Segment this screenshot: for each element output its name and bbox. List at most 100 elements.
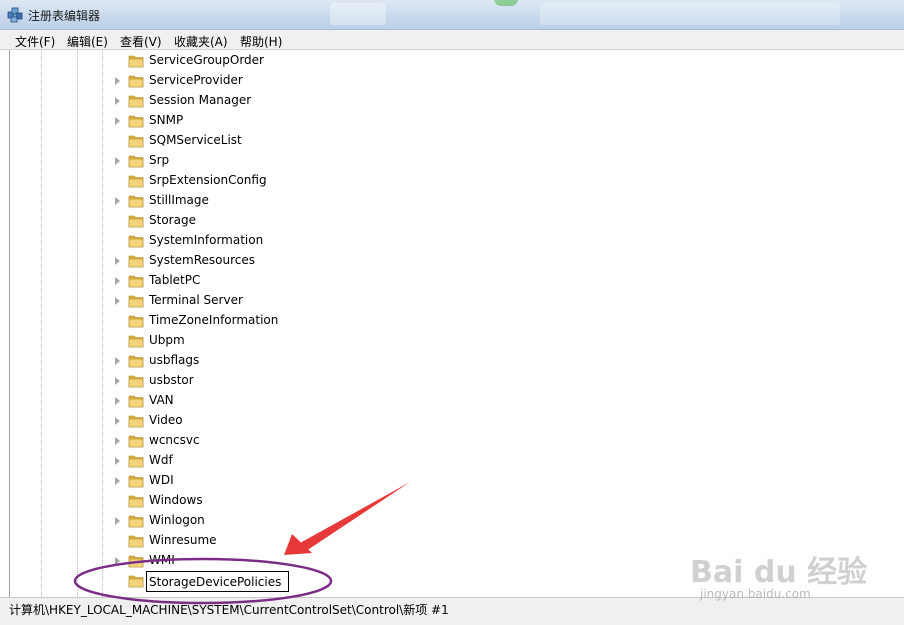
tree-item-label: Video [149,413,183,427]
expand-triangle-icon[interactable] [115,357,120,365]
tree-item-label: Session Manager [149,93,252,107]
tree-item[interactable]: Ubpm [10,331,904,351]
folder-icon [128,215,144,228]
folder-icon [128,495,144,508]
tree-item-label: usbflags [149,353,200,367]
tree-item[interactable]: Session Manager [10,91,904,111]
menu-favorites[interactable]: 收藏夹(A) [174,33,228,50]
tree-item-label: SNMP [149,113,184,127]
tree-item-label: Srp [149,153,170,167]
expand-triangle-icon[interactable] [115,157,120,165]
tree-item-label: TabletPC [149,273,201,287]
folder-icon [128,475,144,488]
expand-triangle-icon[interactable] [115,297,120,305]
tree-item-label: SrpExtensionConfig [149,173,267,187]
folder-icon [128,295,144,308]
tree-item-label: SQMServiceList [149,133,242,147]
expand-triangle-icon[interactable] [115,77,120,85]
folder-icon [128,515,144,528]
watermark: Bai du 经验 jingyan.baidu.com [690,545,890,605]
expand-triangle-icon[interactable] [115,437,120,445]
menu-bar: 文件(F) 编辑(E) 查看(V) 收藏夹(A) 帮助(H) [0,30,904,50]
title-bar: 注册表编辑器 [0,0,904,30]
rename-key-input[interactable] [146,571,289,592]
folder-icon [128,255,144,268]
expand-triangle-icon[interactable] [115,197,120,205]
expand-triangle-icon[interactable] [115,397,120,405]
folder-icon [128,535,144,548]
tree-item[interactable]: Winlogon [10,511,904,531]
expand-triangle-icon[interactable] [115,417,120,425]
tree-item-label: VAN [149,393,174,407]
expand-triangle-icon[interactable] [115,377,120,385]
tree-item[interactable]: ServiceGroupOrder [10,51,904,71]
menu-view[interactable]: 查看(V) [120,33,162,50]
expand-triangle-icon[interactable] [115,457,120,465]
tree-item[interactable]: usbstor [10,371,904,391]
tree-item[interactable]: usbflags [10,351,904,371]
menu-file[interactable]: 文件(F) [15,33,55,50]
tree-item-label: WMI [149,553,175,567]
watermark-logo-text: Bai du 经验 [690,555,868,590]
registry-key-tree[interactable]: ServiceGroupOrder ServiceProvider Session … [9,50,904,597]
tree-item[interactable]: ServiceProvider [10,71,904,91]
expand-triangle-icon[interactable] [115,257,120,265]
tree-item[interactable]: TimeZoneInformation [10,311,904,331]
tree-item-label: wcncsvc [149,433,200,447]
tree-item-label: SystemResources [149,253,256,267]
tree-item[interactable]: Terminal Server [10,291,904,311]
tree-item-label: StillImage [149,193,209,207]
tree-item[interactable]: Video [10,411,904,431]
folder-icon [128,555,144,568]
folder-icon [128,235,144,248]
tree-item[interactable]: SrpExtensionConfig [10,171,904,191]
expand-triangle-icon[interactable] [115,277,120,285]
tree-item[interactable]: SystemResources [10,251,904,271]
tree-item[interactable]: wcncsvc [10,431,904,451]
tree-item[interactable]: Windows [10,491,904,511]
tree-item[interactable]: Srp [10,151,904,171]
folder-icon [128,175,144,188]
folder-icon [128,455,144,468]
folder-icon [128,275,144,288]
tree-item[interactable]: SQMServiceList [10,131,904,151]
tree-item-label: Winlogon [149,513,205,527]
background-window-ghost [330,3,386,25]
folder-icon [128,335,144,348]
tree-item[interactable]: Wdf [10,451,904,471]
tree-item-label: usbstor [149,373,194,387]
tree-item[interactable]: TabletPC [10,271,904,291]
folder-icon [128,75,144,88]
tree-item-label: ServiceGroupOrder [149,53,264,67]
menu-edit[interactable]: 编辑(E) [67,33,108,50]
tree-item-label: Ubpm [149,333,185,347]
window-title: 注册表编辑器 [28,9,101,23]
folder-icon [128,395,144,408]
expand-triangle-icon[interactable] [115,517,120,525]
expand-triangle-icon[interactable] [115,97,120,105]
background-window-ghost [494,0,518,6]
folder-icon [128,115,144,128]
tree-item[interactable]: WDI [10,471,904,491]
folder-icon [128,415,144,428]
status-path: 计算机\HKEY_LOCAL_MACHINE\SYSTEM\CurrentCon… [9,603,449,617]
tree-item[interactable]: VAN [10,391,904,411]
folder-icon [128,375,144,388]
tree-item[interactable]: StillImage [10,191,904,211]
tree-item[interactable]: Storage [10,211,904,231]
background-window-ghost [540,3,840,25]
menu-help[interactable]: 帮助(H) [240,33,282,50]
expand-triangle-icon[interactable] [115,117,120,125]
folder-icon [128,195,144,208]
tree-item-label: Storage [149,213,196,227]
folder-icon [128,55,144,68]
expand-triangle-icon[interactable] [115,477,120,485]
expand-triangle-icon[interactable] [115,557,120,565]
tree-item[interactable]: SystemInformation [10,231,904,251]
tree-item-label: Wdf [149,453,173,467]
folder-icon [128,95,144,108]
registry-editor-icon [7,7,23,23]
tree-item-label: Terminal Server [149,293,243,307]
tree-item[interactable]: SNMP [10,111,904,131]
folder-icon [128,355,144,368]
